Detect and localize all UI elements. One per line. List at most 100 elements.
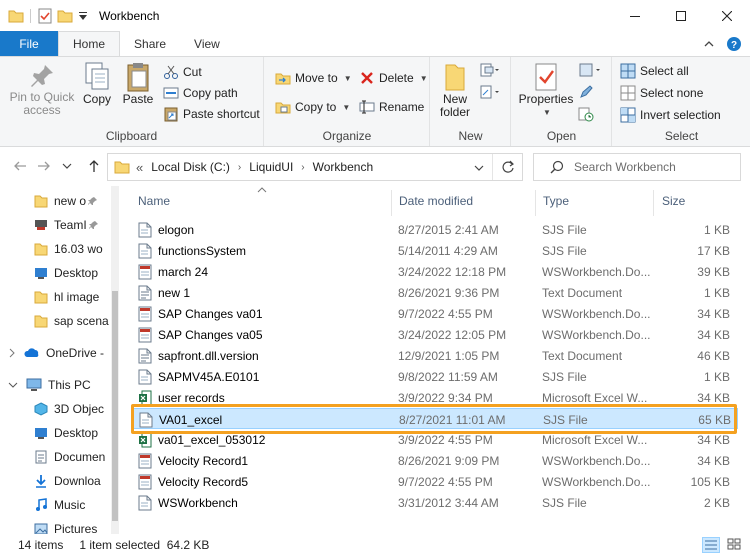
chevron-right-icon[interactable] (8, 348, 16, 358)
chevron-down-icon[interactable] (8, 381, 18, 389)
file-name-cell[interactable]: SAP Changes va01 (138, 303, 393, 324)
customize-qat-icon[interactable] (77, 8, 89, 24)
nav-item-new-o[interactable]: new o (0, 189, 119, 213)
nav-item-documents[interactable]: Documen (0, 445, 119, 469)
copy-path-button[interactable]: Copy path (163, 84, 238, 102)
file-name-cell[interactable]: Velocity Record1 (138, 450, 393, 471)
column-divider[interactable] (653, 190, 654, 216)
file-name-cell[interactable]: va01_excel_053012 (138, 429, 393, 450)
forward-arrow-icon[interactable] (36, 158, 52, 174)
address-bar[interactable]: « Local Disk (C:) › LiquidUI › Workbench (107, 153, 523, 181)
file-name-cell[interactable]: VA01_excel (139, 409, 394, 430)
nav-item-this-pc[interactable]: This PC (0, 373, 119, 397)
file-name-cell[interactable]: user records (138, 387, 393, 408)
file-name-cell[interactable]: new 1 (138, 282, 393, 303)
table-row[interactable]: SAP Changes va01 9/7/2022 4:55 PM WSWorkbe… (132, 303, 738, 324)
table-row[interactable]: elogon 8/27/2015 2:41 AM SJS File 1 KB (132, 219, 738, 240)
copy-button[interactable]: Copy (80, 61, 114, 106)
large-icons-view-icon[interactable] (727, 538, 741, 550)
nav-pane-scrollbar[interactable] (111, 186, 119, 534)
nav-item-onedrive[interactable]: OneDrive - (0, 341, 119, 365)
table-row[interactable]: new 1 8/26/2021 9:36 PM Text Document 1 KB (132, 282, 738, 303)
nav-item-desktop-quick[interactable]: Desktop (0, 261, 119, 285)
paste-button[interactable]: Paste (120, 61, 156, 106)
table-row[interactable]: march 24 3/24/2022 12:18 PM WSWorkbench.Do… (132, 261, 738, 282)
column-header-type[interactable]: Type (543, 186, 653, 216)
edit-button[interactable] (578, 83, 594, 101)
recent-locations-chevron-icon[interactable] (62, 161, 72, 171)
select-all-button[interactable]: Select all (620, 62, 689, 80)
file-name-cell[interactable]: SAP Changes va05 (138, 324, 393, 345)
new-item-button[interactable] (479, 61, 501, 79)
nav-pane-scrollbar-thumb[interactable] (112, 291, 118, 521)
back-arrow-icon[interactable] (12, 158, 28, 174)
invert-selection-button[interactable]: Invert selection (620, 106, 721, 124)
table-row[interactable]: WSWorkbench 3/31/2012 3:44 AM SJS File 2 KB (132, 492, 738, 513)
table-row[interactable]: SAPMV45A.E0101 9/8/2022 11:59 AM SJS File 1… (132, 366, 738, 387)
column-header-name[interactable]: Name (138, 186, 394, 216)
nav-item-sap-scena[interactable]: sap scena (0, 309, 119, 333)
column-divider[interactable] (391, 190, 392, 216)
cut-button[interactable]: Cut (163, 63, 202, 81)
nav-item-teamviewer[interactable]: TeamI (0, 213, 119, 237)
address-dropdown-chevron-icon[interactable] (474, 163, 484, 173)
easy-access-button[interactable] (479, 83, 501, 101)
table-row[interactable]: Velocity Record5 9/7/2022 4:55 PM WSWorkbe… (132, 471, 738, 492)
tab-share[interactable]: Share (120, 31, 180, 56)
breadcrumb-separator-icon[interactable]: › (301, 162, 304, 173)
table-row[interactable]: SAP Changes va05 3/24/2022 12:05 PM WSWork… (132, 324, 738, 345)
breadcrumb-liquidui[interactable]: LiquidUI (249, 160, 293, 174)
properties-icon[interactable] (37, 8, 53, 24)
table-row[interactable]: Velocity Record1 8/26/2021 9:09 PM WSWorkb… (132, 450, 738, 471)
table-row[interactable]: va01_excel_053012 3/9/2022 4:55 PM Microso… (132, 429, 738, 450)
rename-button[interactable]: Rename (359, 98, 424, 116)
new-folder-icon[interactable] (57, 8, 73, 24)
details-view-icon[interactable] (702, 537, 720, 553)
nav-item-3d-objects[interactable]: 3D Objec (0, 397, 119, 421)
table-row[interactable]: VA01_excel 8/27/2021 11:01 AM SJS File 65 K… (132, 408, 738, 429)
tab-home[interactable]: Home (58, 31, 121, 56)
select-none-button[interactable]: Select none (620, 84, 703, 102)
properties-button[interactable]: Properties ▼ (518, 61, 574, 119)
table-row[interactable]: functionsSystem 5/14/2011 4:29 AM SJS File… (132, 240, 738, 261)
new-folder-button[interactable]: New folder (437, 61, 473, 119)
close-button[interactable] (704, 0, 750, 31)
nav-item-hl-image[interactable]: hl image (0, 285, 119, 309)
tab-file[interactable]: File (0, 31, 58, 56)
move-to-button[interactable]: Move to ▼ (275, 69, 352, 87)
up-arrow-icon[interactable] (86, 158, 102, 174)
maximize-button[interactable] (658, 0, 704, 31)
file-name-cell[interactable]: functionsSystem (138, 240, 393, 261)
tab-view[interactable]: View (180, 31, 234, 56)
pin-to-quick-access-button[interactable]: Pin to Quick access (6, 61, 78, 117)
table-row[interactable]: user records 3/9/2022 9:34 PM Microsoft Ex… (132, 387, 738, 408)
column-header-size[interactable]: Size (662, 186, 732, 216)
nav-item-pictures[interactable]: Pictures (0, 517, 119, 534)
nav-item-desktop[interactable]: Desktop (0, 421, 119, 445)
file-name-cell[interactable]: SAPMV45A.E0101 (138, 366, 393, 387)
table-row[interactable]: sapfront.dll.version 12/9/2021 1:05 PM Tex… (132, 345, 738, 366)
breadcrumb-workbench[interactable]: Workbench (313, 160, 373, 174)
column-divider[interactable] (535, 190, 536, 216)
file-name-cell[interactable]: WSWorkbench (138, 492, 393, 513)
nav-item-music[interactable]: Music (0, 493, 119, 517)
search-input[interactable]: Search Workbench (533, 153, 741, 181)
paste-shortcut-button[interactable]: Paste shortcut (163, 105, 260, 123)
column-header-date[interactable]: Date modified (399, 186, 539, 216)
open-button[interactable] (578, 61, 602, 79)
refresh-icon[interactable] (492, 154, 522, 180)
delete-button[interactable]: Delete ▼ (359, 69, 428, 87)
history-button[interactable] (578, 105, 594, 123)
file-name-cell[interactable]: elogon (138, 219, 393, 240)
nav-item-16-03-wo[interactable]: 16.03 wo (0, 237, 119, 261)
breadcrumb-separator-icon[interactable]: › (238, 162, 241, 173)
nav-item-downloads[interactable]: Downloa (0, 469, 119, 493)
file-name-cell[interactable]: march 24 (138, 261, 393, 282)
breadcrumb-overflow[interactable]: « (136, 160, 143, 175)
copy-to-button[interactable]: Copy to ▼ (275, 98, 350, 116)
chevron-up-icon[interactable] (704, 39, 714, 49)
file-name-cell[interactable]: sapfront.dll.version (138, 345, 393, 366)
breadcrumb-local-disk[interactable]: Local Disk (C:) (151, 160, 230, 174)
help-icon[interactable]: ? (726, 36, 742, 52)
minimize-button[interactable] (612, 0, 658, 31)
